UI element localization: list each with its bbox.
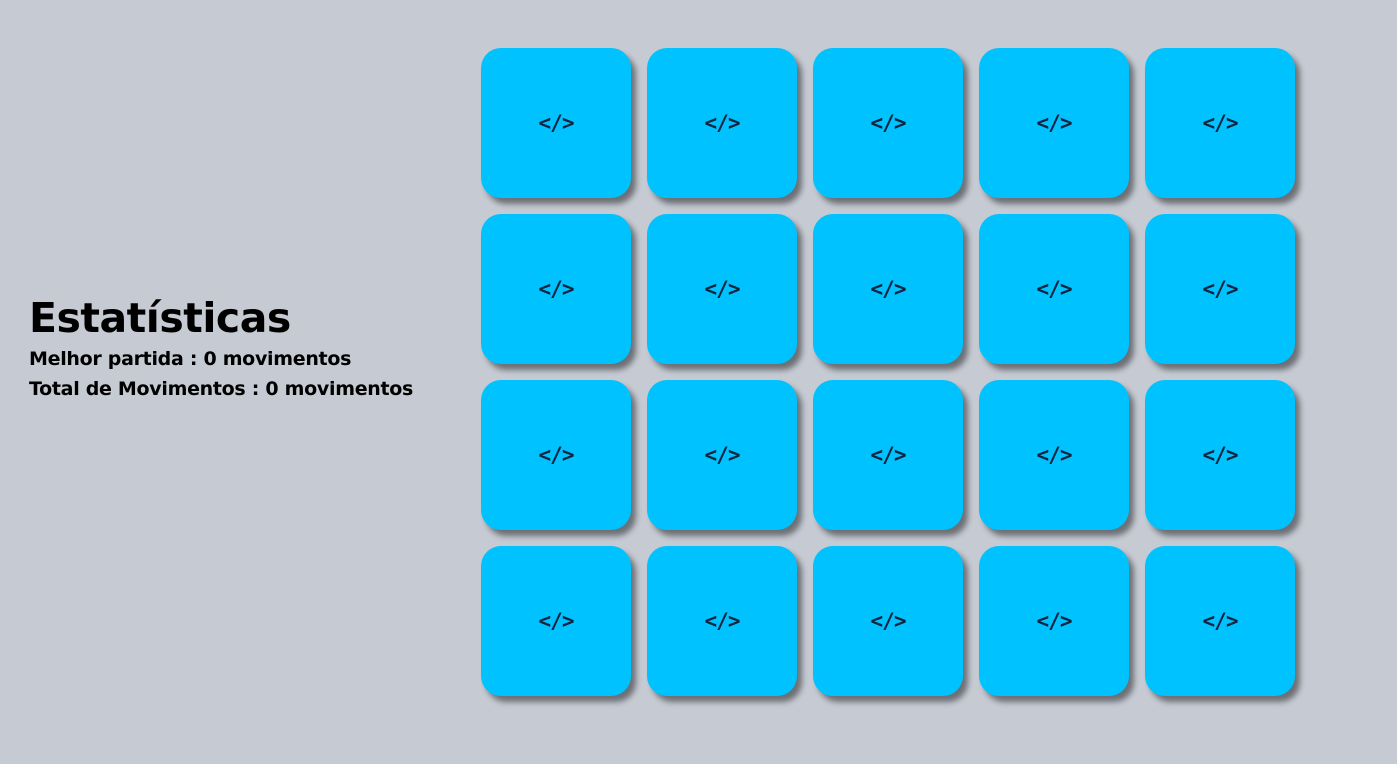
code-icon: </> — [538, 443, 575, 467]
best-match-value: 0 movimentos — [203, 348, 352, 370]
code-icon: </> — [1202, 111, 1239, 135]
code-icon: </> — [870, 609, 907, 633]
code-icon: </> — [704, 443, 741, 467]
memory-card[interactable]: </> — [481, 48, 631, 198]
total-moves-label: Total de Movimentos — [29, 378, 246, 400]
memory-card[interactable]: </> — [647, 380, 797, 530]
code-icon: </> — [870, 443, 907, 467]
code-icon: </> — [1202, 277, 1239, 301]
memory-card[interactable]: </> — [647, 48, 797, 198]
memory-card[interactable]: </> — [481, 380, 631, 530]
memory-card[interactable]: </> — [1145, 380, 1295, 530]
memory-card[interactable]: </> — [979, 214, 1129, 364]
total-moves-separator: : — [251, 378, 260, 400]
memory-card-board: </> </> </> </> </> </> </> </> </> </> … — [481, 48, 1295, 696]
statistics-title: Estatísticas — [29, 294, 291, 342]
memory-card[interactable]: </> — [813, 380, 963, 530]
memory-card[interactable]: </> — [647, 546, 797, 696]
code-icon: </> — [870, 277, 907, 301]
code-icon: </> — [704, 277, 741, 301]
memory-card[interactable]: </> — [813, 546, 963, 696]
code-icon: </> — [538, 277, 575, 301]
best-match-line: Melhor partida : 0 movimentos — [29, 344, 469, 374]
best-match-label: Melhor partida — [29, 348, 184, 370]
memory-card[interactable]: </> — [979, 380, 1129, 530]
code-icon: </> — [870, 111, 907, 135]
best-match-separator: : — [189, 348, 198, 370]
code-icon: </> — [1036, 443, 1073, 467]
memory-card[interactable]: </> — [647, 214, 797, 364]
memory-card[interactable]: </> — [813, 214, 963, 364]
code-icon: </> — [1036, 111, 1073, 135]
code-icon: </> — [538, 111, 575, 135]
code-icon: </> — [1036, 277, 1073, 301]
total-moves-value: 0 movimentos — [265, 378, 414, 400]
memory-card[interactable]: </> — [481, 214, 631, 364]
memory-card[interactable]: </> — [979, 48, 1129, 198]
statistics-panel: Estatísticas Melhor partida : 0 moviment… — [29, 292, 469, 404]
code-icon: </> — [704, 609, 741, 633]
memory-card[interactable]: </> — [813, 48, 963, 198]
memory-card[interactable]: </> — [1145, 214, 1295, 364]
memory-card[interactable]: </> — [481, 546, 631, 696]
memory-card[interactable]: </> — [1145, 48, 1295, 198]
code-icon: </> — [704, 111, 741, 135]
total-moves-line: Total de Movimentos : 0 movimentos — [29, 374, 469, 404]
memory-card[interactable]: </> — [1145, 546, 1295, 696]
code-icon: </> — [1036, 609, 1073, 633]
code-icon: </> — [1202, 443, 1239, 467]
game-page: Estatísticas Melhor partida : 0 moviment… — [0, 0, 1397, 764]
code-icon: </> — [1202, 609, 1239, 633]
code-icon: </> — [538, 609, 575, 633]
memory-card[interactable]: </> — [979, 546, 1129, 696]
